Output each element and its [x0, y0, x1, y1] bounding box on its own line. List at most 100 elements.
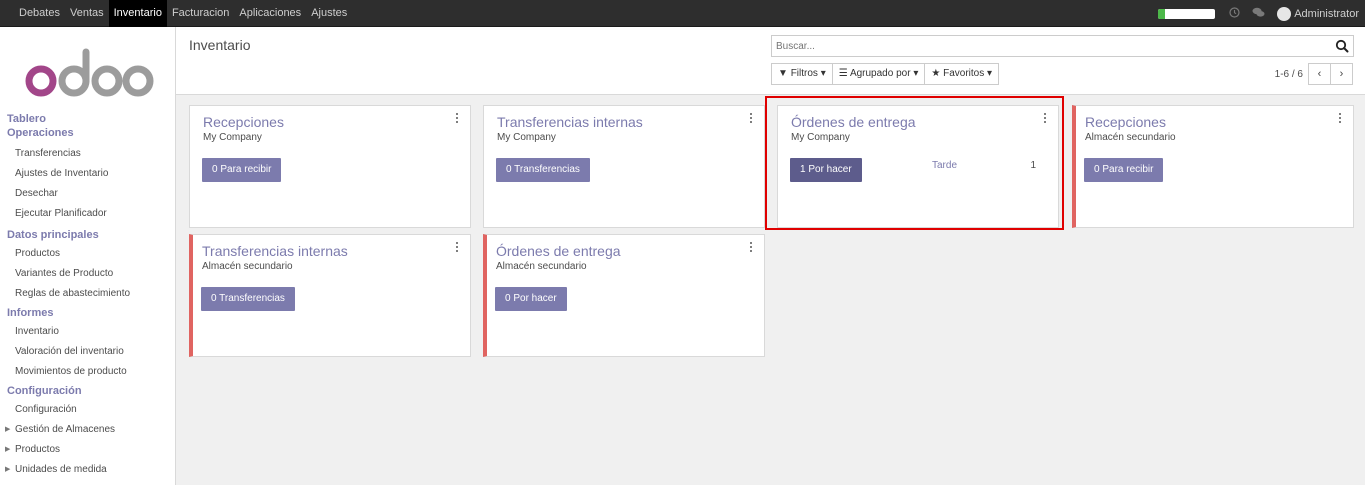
sidebar-heading-tablero[interactable]: Tablero [0, 112, 176, 126]
chevron-left-icon: ‹ [1317, 68, 1322, 80]
sidebar: Tablero Operaciones Transferencias Ajust… [0, 27, 176, 485]
odoo-logo[interactable] [24, 47, 154, 99]
pager-previous-button[interactable]: ‹ [1308, 63, 1331, 85]
sidebar-item-movimientos-producto[interactable]: Movimientos de producto [0, 362, 176, 382]
card-title[interactable]: Órdenes de entrega [496, 243, 621, 259]
search-input[interactable] [772, 36, 1332, 56]
kanban-card: Órdenes de entrega Almacén secundario 0 … [483, 234, 765, 357]
card-company: Almacén secundario [496, 261, 587, 272]
sidebar-heading-datos-principales: Datos principales [7, 229, 99, 241]
user-name[interactable]: Administrator [1294, 8, 1359, 20]
kanban-card: Órdenes de entrega My Company 1 Por hace… [777, 105, 1059, 228]
clock-icon[interactable] [1229, 6, 1240, 21]
sidebar-item-label: Gestión de Almacenes [15, 424, 116, 435]
caret-right-icon: ▶ [5, 466, 11, 473]
card-title[interactable]: Transferencias internas [497, 114, 643, 130]
chevron-right-icon: › [1339, 68, 1344, 80]
sidebar-item-ajustes-inventario[interactable]: Ajustes de Inventario [0, 164, 176, 184]
sidebar-item-desechar[interactable]: Desechar [0, 184, 176, 204]
card-title[interactable]: Recepciones [203, 114, 284, 130]
kanban-card: Transferencias internas My Company 0 Tra… [483, 105, 765, 228]
pager-value[interactable]: 1-6 / 6 [1275, 69, 1303, 80]
favorites-button[interactable]: ★ Favoritos ▾ [924, 63, 1000, 85]
sidebar-item-productos[interactable]: Productos [0, 244, 176, 264]
groupby-label: Agrupado por [849, 68, 911, 79]
card-action-button[interactable]: 0 Transferencias [201, 287, 295, 311]
menu-facturacion[interactable]: Facturacion [167, 0, 234, 27]
sidebar-heading-informes: Informes [7, 307, 54, 319]
card-action-button[interactable]: 1 Por hacer [790, 158, 862, 182]
groupby-button[interactable]: ☰ Agrupado por ▾ [831, 63, 926, 85]
chat-icon[interactable] [1252, 7, 1265, 21]
sidebar-item-config-productos[interactable]: ▶ Productos [0, 440, 176, 460]
topbar-right: Administrator [1158, 0, 1359, 27]
sidebar-item-configuracion[interactable]: Configuración [0, 400, 176, 420]
search-icon[interactable] [1335, 39, 1349, 53]
control-panel: Inventario ▼ Filtros ▾ ☰ Agrupado por ▾ … [176, 27, 1365, 95]
filters-label: Filtros [790, 68, 818, 79]
top-navbar: Debates Ventas Inventario Facturacion Ap… [0, 0, 1365, 27]
caret-right-icon: ▶ [5, 446, 11, 453]
card-action-button[interactable]: 0 Transferencias [496, 158, 590, 182]
caret-down-icon: ▾ [820, 68, 826, 79]
card-company: My Company [791, 132, 850, 143]
menu-debates[interactable]: Debates [14, 0, 65, 27]
card-action-button[interactable]: 0 Para recibir [202, 158, 282, 182]
menu-ajustes[interactable]: Ajustes [306, 0, 352, 27]
progress-bar[interactable] [1158, 8, 1216, 19]
sidebar-item-gestion-almacenes[interactable]: ▶ Gestión de Almacenes [0, 420, 176, 440]
sidebar-item-reglas-abastecimiento[interactable]: Reglas de abastecimiento [0, 284, 176, 304]
main-menu: Debates Ventas Inventario Facturacion Ap… [14, 0, 352, 27]
card-title[interactable]: Recepciones [1085, 114, 1166, 130]
avatar[interactable] [1277, 6, 1292, 21]
card-company: Almacén secundario [202, 261, 293, 272]
sidebar-item-transferencias[interactable]: Transferencias [0, 144, 176, 164]
card-company: My Company [203, 132, 262, 143]
card-action-button[interactable]: 0 Por hacer [495, 287, 567, 311]
favorites-label: Favoritos [943, 68, 985, 79]
progress-fill [1158, 8, 1166, 19]
sidebar-item-label: Productos [15, 444, 61, 455]
filters-button[interactable]: ▼ Filtros ▾ [771, 63, 833, 85]
caret-down-icon: ▾ [987, 68, 993, 79]
sidebar-heading-configuracion: Configuración [7, 385, 82, 397]
caret-down-icon: ▾ [913, 68, 919, 79]
card-menu-icon[interactable] [748, 111, 754, 125]
sidebar-menu: Tablero Operaciones Transferencias Ajust… [0, 112, 176, 480]
caret-right-icon: ▶ [5, 426, 11, 433]
card-title[interactable]: Órdenes de entrega [791, 114, 916, 130]
menu-aplicaciones[interactable]: Aplicaciones [234, 0, 306, 27]
late-count: 1 [1030, 160, 1036, 171]
menu-ventas[interactable]: Ventas [65, 0, 109, 27]
card-menu-icon[interactable] [1042, 111, 1048, 125]
card-action-button[interactable]: 0 Para recibir [1084, 158, 1164, 182]
sidebar-item-unidades-medida[interactable]: ▶ Unidades de medida [0, 460, 176, 480]
list-icon: ☰ [838, 68, 848, 79]
kanban-card: Recepciones My Company 0 Para recibir [189, 105, 471, 228]
menu-inventario[interactable]: Inventario [108, 0, 167, 27]
sidebar-item-label: Unidades de medida [15, 464, 107, 475]
filter-icon: ▼ [778, 68, 788, 79]
late-link[interactable]: Tarde [932, 160, 957, 171]
card-menu-icon[interactable] [454, 240, 460, 254]
kanban-card: Transferencias internas Almacén secundar… [189, 234, 471, 357]
card-company: My Company [497, 132, 556, 143]
card-title[interactable]: Transferencias internas [202, 243, 348, 259]
pager: 1-6 / 6 ‹ › [1275, 63, 1353, 85]
card-menu-icon[interactable] [454, 111, 460, 125]
card-menu-icon[interactable] [748, 240, 754, 254]
sidebar-item-inventario[interactable]: Inventario [0, 322, 176, 342]
sidebar-item-ejecutar-planificador[interactable]: Ejecutar Planificador [0, 204, 176, 224]
sidebar-item-variantes-producto[interactable]: Variantes de Producto [0, 264, 176, 284]
search-options: ▼ Filtros ▾ ☰ Agrupado por ▾ ★ Favoritos… [771, 63, 1000, 85]
card-company: Almacén secundario [1085, 132, 1176, 143]
search-box [771, 35, 1354, 57]
sidebar-item-valoracion-inventario[interactable]: Valoración del inventario [0, 342, 176, 362]
card-menu-icon[interactable] [1337, 111, 1343, 125]
kanban-card: Recepciones Almacén secundario 0 Para re… [1072, 105, 1354, 228]
pager-next-button[interactable]: › [1330, 63, 1353, 85]
kanban-view: Recepciones My Company 0 Para recibir Tr… [176, 95, 1365, 485]
breadcrumb: Inventario [189, 37, 251, 53]
sidebar-heading-operaciones: Operaciones [7, 127, 74, 139]
star-icon: ★ [931, 68, 941, 79]
